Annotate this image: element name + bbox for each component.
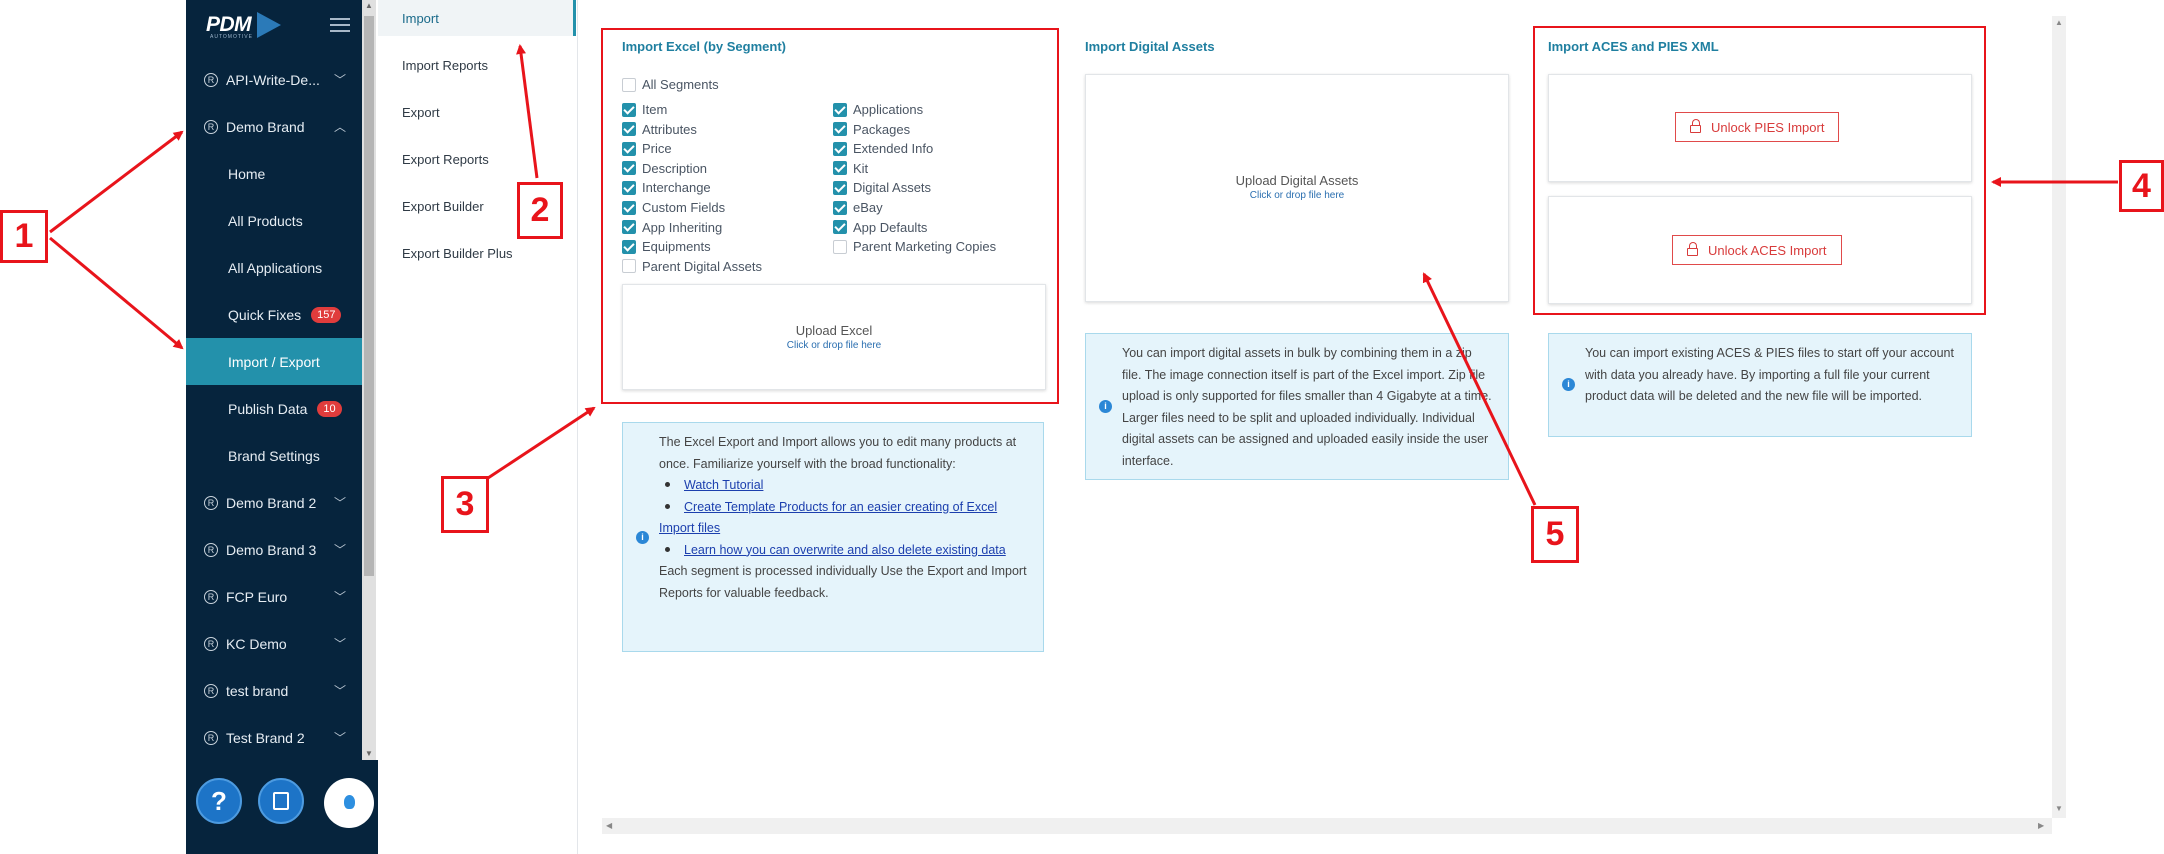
annotation-number: 5: [1531, 506, 1579, 563]
arrow-2: [516, 44, 539, 179]
annotation-number: 2: [517, 182, 563, 239]
arrow-5: [1422, 272, 1537, 506]
annotation-arrows: [49, 44, 2118, 506]
annotation-number: 3: [441, 476, 489, 533]
arrow-3: [487, 406, 596, 480]
annotation-number: 1: [0, 210, 48, 263]
arrow-1a: [49, 130, 184, 234]
annotation-number: 4: [2119, 160, 2164, 212]
arrow-1b: [49, 236, 184, 350]
